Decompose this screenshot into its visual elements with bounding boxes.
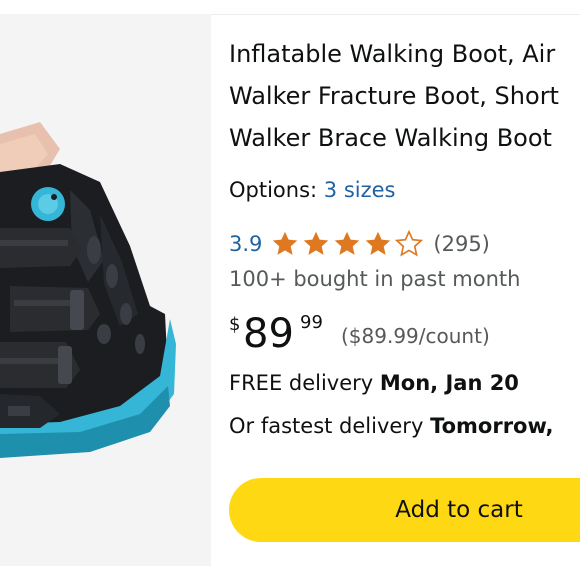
options-sizes-link[interactable]: 3 sizes: [324, 178, 396, 202]
delivery-prefix: FREE delivery: [229, 371, 380, 395]
star-full-icon: [366, 231, 391, 255]
fastest-delivery: Or fastest delivery Tomorrow,: [229, 409, 554, 443]
price-fraction: 99: [300, 312, 323, 333]
star-empty-icon: [395, 230, 424, 257]
free-delivery: FREE delivery Mon, Jan 20: [229, 366, 519, 400]
price-currency-symbol: $: [229, 314, 241, 335]
review-count[interactable]: (295): [433, 232, 489, 256]
walking-boot-image: [0, 122, 176, 458]
unit-price: ($89.99/count): [341, 324, 490, 348]
add-to-cart-label: Add to cart: [395, 497, 523, 523]
price-whole: 89: [243, 311, 294, 357]
star-full-icon: [273, 231, 298, 255]
product-title-line-2[interactable]: Walker Fracture Boot, Short: [229, 76, 559, 116]
fastest-delivery-date: Tomorrow,: [430, 414, 554, 438]
star-full-icon: [304, 231, 329, 255]
rating-value[interactable]: 3.9: [229, 232, 262, 256]
add-to-cart-button[interactable]: Add to cart: [229, 478, 580, 542]
product-image[interactable]: [0, 14, 211, 566]
star-full-icon: [335, 231, 360, 255]
search-result-card: Inflatable Walking Boot, Air Walker Frac…: [0, 0, 580, 580]
options-row: Options: 3 sizes: [229, 172, 396, 208]
rating-row: 3.9 (295): [229, 226, 490, 262]
fastest-delivery-prefix: Or fastest delivery: [229, 414, 431, 438]
purchase-count: 100+ bought in past month: [229, 267, 521, 291]
product-title-line-3[interactable]: Walker Brace Walking Boot: [229, 118, 552, 158]
options-label: Options:: [229, 178, 318, 202]
card-divider: [211, 14, 580, 15]
star-rating[interactable]: [270, 230, 425, 258]
delivery-date: Mon, Jan 20: [379, 371, 519, 395]
product-title-line-1[interactable]: Inflatable Walking Boot, Air: [229, 34, 555, 74]
